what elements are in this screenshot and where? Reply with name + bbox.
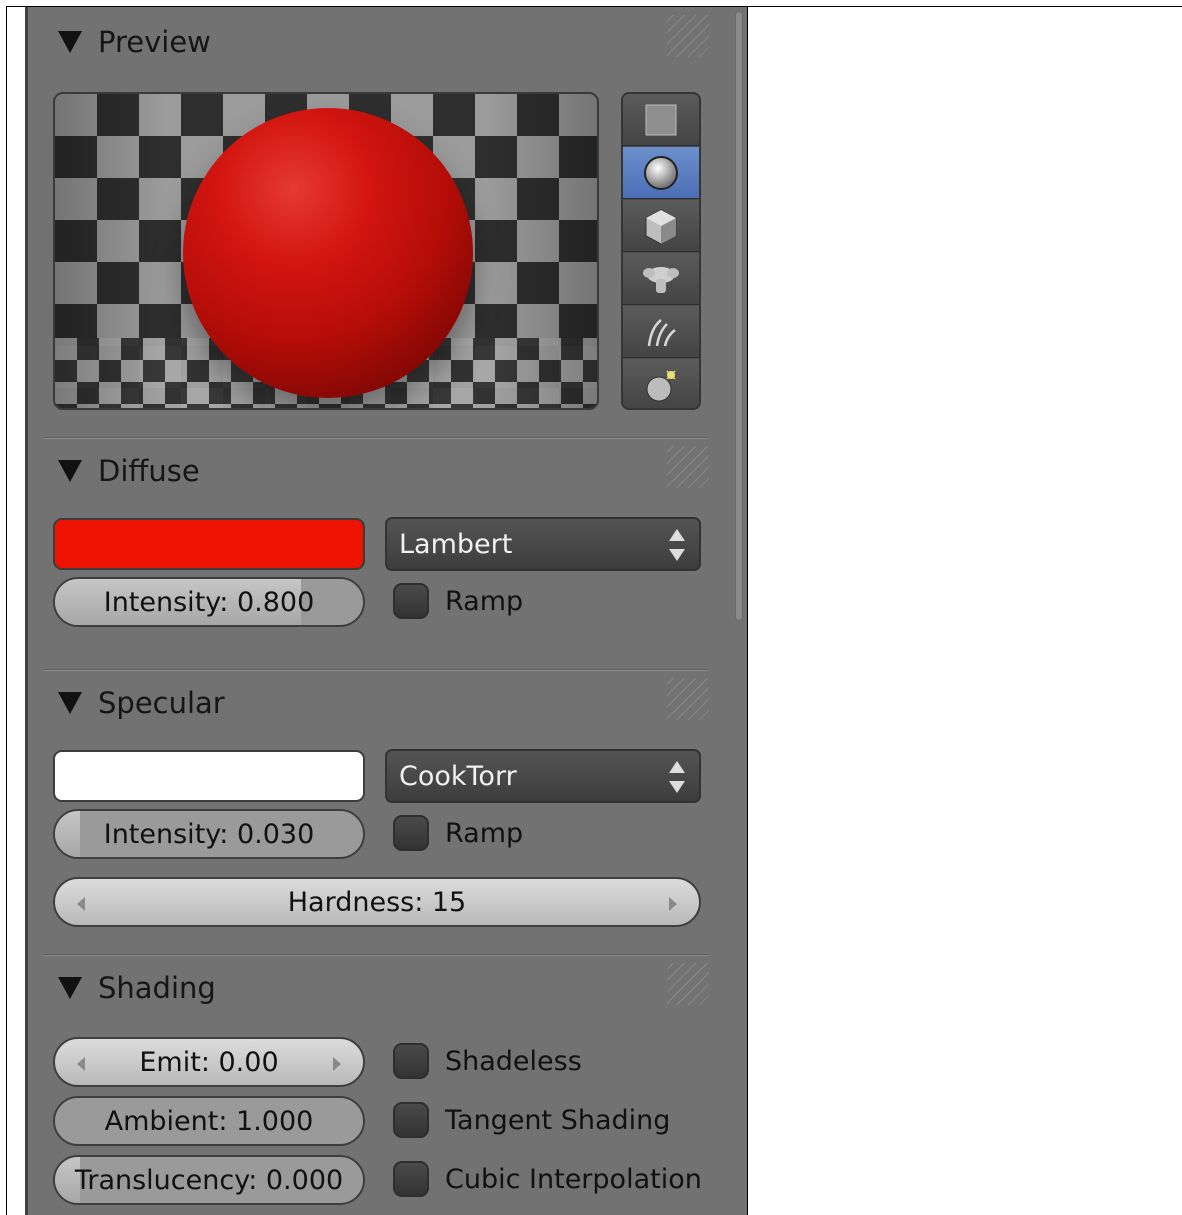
checkbox-box[interactable] bbox=[393, 815, 429, 851]
checkbox-box[interactable] bbox=[393, 1043, 429, 1079]
specular-ramp-label: Ramp bbox=[445, 817, 524, 849]
specular-shader-dropdown[interactable]: CookTorr bbox=[385, 749, 701, 803]
diffuse-ramp-checkbox[interactable]: Ramp bbox=[393, 583, 523, 619]
shading-header[interactable]: Shading bbox=[58, 971, 216, 1005]
preview-header[interactable]: Preview bbox=[58, 25, 211, 59]
preview-sphere bbox=[183, 108, 473, 398]
up-down-arrows-icon bbox=[669, 761, 685, 793]
preview-shape-selector bbox=[621, 92, 701, 410]
hair-strands-icon bbox=[647, 318, 676, 346]
diffuse-ramp-label: Ramp bbox=[445, 585, 524, 617]
specular-intensity-label: Intensity: 0.030 bbox=[103, 818, 315, 850]
diffuse-shader-dropdown[interactable]: Lambert bbox=[385, 517, 701, 571]
cube-icon bbox=[645, 208, 677, 245]
ambient-label: Ambient: 1.000 bbox=[104, 1105, 314, 1137]
up-down-arrows-icon bbox=[669, 529, 685, 561]
diffuse-shader-label: Lambert bbox=[399, 528, 513, 560]
panel-drag-grip[interactable] bbox=[667, 963, 709, 1005]
specular-shader-label: CookTorr bbox=[399, 760, 517, 792]
panel-drag-grip[interactable] bbox=[667, 446, 709, 488]
shadeless-label: Shadeless bbox=[445, 1045, 582, 1077]
panel-drag-grip[interactable] bbox=[667, 678, 709, 720]
cubic-interpolation-label: Cubic Interpolation bbox=[445, 1163, 702, 1195]
diffuse-section: Diffuse Lambert Intensity: 0.800 Ramp bbox=[28, 440, 715, 670]
specular-section: Specular CookTorr Intensity: 0.030 Ramp … bbox=[28, 672, 715, 952]
specular-hardness-field[interactable]: Hardness: 15 bbox=[53, 877, 701, 927]
document-empty-cell bbox=[748, 7, 1182, 1215]
specular-title: Specular bbox=[98, 686, 225, 720]
material-preview-render bbox=[53, 92, 599, 410]
shading-section: Shading Emit: 0.00 Shadeless Ambient: 1.… bbox=[28, 957, 715, 1215]
emit-label: Emit: 0.00 bbox=[139, 1046, 279, 1078]
specular-ramp-checkbox[interactable]: Ramp bbox=[393, 815, 523, 851]
panel-scroll-area bbox=[733, 7, 747, 1215]
increment-arrow-icon[interactable] bbox=[669, 897, 677, 911]
monkey-icon bbox=[643, 266, 679, 293]
preview-shape-monkey-button[interactable] bbox=[623, 253, 699, 305]
cubic-interpolation-checkbox[interactable]: Cubic Interpolation bbox=[393, 1161, 702, 1197]
tangent-shading-label: Tangent Shading bbox=[445, 1104, 671, 1136]
specular-intensity-slider[interactable]: Intensity: 0.030 bbox=[53, 809, 365, 859]
specular-color-swatch[interactable] bbox=[53, 750, 365, 802]
diffuse-intensity-slider[interactable]: Intensity: 0.800 bbox=[53, 577, 365, 627]
diffuse-color-swatch[interactable] bbox=[53, 518, 365, 570]
preview-shape-sphere-button[interactable] bbox=[623, 147, 699, 199]
collapse-triangle-icon bbox=[58, 460, 82, 482]
translucency-label: Translucency: 0.000 bbox=[74, 1164, 344, 1196]
section-separator bbox=[43, 669, 708, 671]
collapse-triangle-icon bbox=[58, 692, 82, 714]
preview-shape-cube-button[interactable] bbox=[623, 200, 699, 252]
preview-shape-world-button[interactable] bbox=[623, 359, 699, 408]
panel-drag-grip[interactable] bbox=[667, 15, 709, 57]
tangent-shading-checkbox[interactable]: Tangent Shading bbox=[393, 1102, 670, 1138]
collapse-triangle-icon bbox=[58, 31, 82, 53]
slider-fill bbox=[55, 811, 80, 857]
emit-field[interactable]: Emit: 0.00 bbox=[53, 1037, 365, 1087]
collapse-triangle-icon bbox=[58, 977, 82, 999]
sphere-on-cube-icon bbox=[646, 369, 676, 401]
checkbox-box[interactable] bbox=[393, 1161, 429, 1197]
preview-title: Preview bbox=[98, 25, 211, 59]
shading-title: Shading bbox=[98, 971, 216, 1005]
vertical-scrollbar[interactable] bbox=[735, 11, 743, 621]
section-separator bbox=[43, 954, 708, 956]
translucency-slider[interactable]: Translucency: 0.000 bbox=[53, 1155, 365, 1205]
diffuse-title: Diffuse bbox=[98, 454, 200, 488]
preview-shape-plane-button[interactable] bbox=[623, 94, 699, 146]
ambient-slider[interactable]: Ambient: 1.000 bbox=[53, 1096, 365, 1146]
specular-hardness-label: Hardness: 15 bbox=[287, 886, 467, 918]
specular-header[interactable]: Specular bbox=[58, 686, 225, 720]
decrement-arrow-icon[interactable] bbox=[77, 897, 85, 911]
checkbox-box[interactable] bbox=[393, 1102, 429, 1138]
material-properties-panel: Preview Diffuse Lambert Intensity: 0.800… bbox=[7, 7, 747, 1215]
flat-plane-icon bbox=[645, 104, 677, 135]
preview-section: Preview bbox=[28, 7, 715, 437]
diffuse-intensity-label: Intensity: 0.800 bbox=[103, 586, 315, 618]
decrement-arrow-icon[interactable] bbox=[77, 1057, 85, 1071]
diffuse-header[interactable]: Diffuse bbox=[58, 454, 200, 488]
sphere-icon bbox=[644, 155, 678, 190]
preview-shape-hair-button[interactable] bbox=[623, 306, 699, 358]
section-separator bbox=[43, 437, 708, 439]
increment-arrow-icon[interactable] bbox=[333, 1057, 341, 1071]
shadeless-checkbox[interactable]: Shadeless bbox=[393, 1043, 582, 1079]
checkbox-box[interactable] bbox=[393, 583, 429, 619]
